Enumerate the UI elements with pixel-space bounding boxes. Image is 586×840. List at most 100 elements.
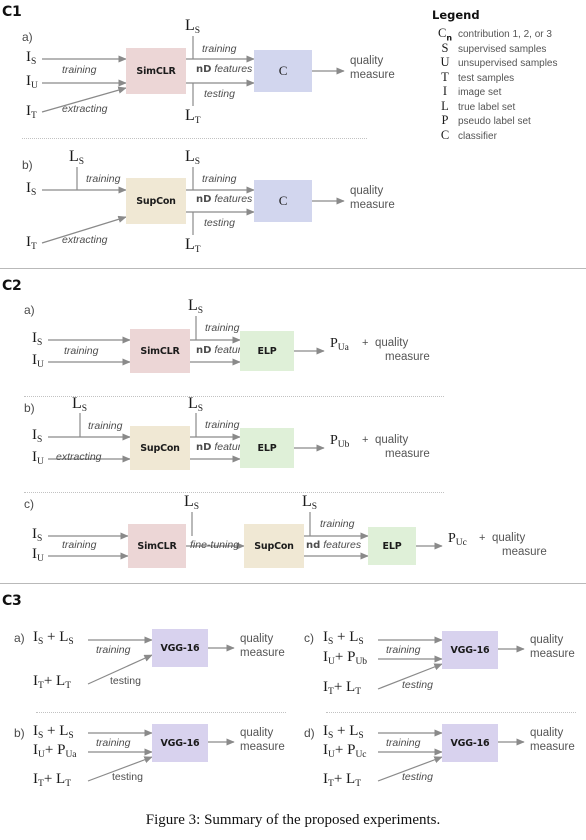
panel-letter-c2a: a) — [24, 303, 35, 317]
edge-label-finetuning-c2c: fine-tuning — [190, 539, 240, 551]
pseudolabel-pub-c2b: PUb — [330, 433, 350, 450]
input-it-c1a: IT — [26, 103, 37, 121]
input-is-c2b: IS — [32, 427, 43, 445]
edge-label-training-c2a: training — [64, 345, 99, 357]
model-box-classifier-c1b[interactable]: C — [254, 180, 312, 222]
label-lt-bottom-c1a: LT — [185, 107, 201, 126]
input-it-c1b: IT — [26, 234, 37, 252]
label-ls-top-c1b: LS — [185, 148, 201, 167]
model-box-vgg-c3d[interactable]: VGG-16 — [442, 724, 498, 762]
outcome-line1: quality — [350, 185, 384, 197]
legend-item: Cn contribution 1, 2, or 3 — [432, 26, 586, 43]
section-divider-c2 — [0, 268, 586, 269]
label-ls-top-c2b: LS — [188, 395, 204, 414]
edge-label-extracting-c2b: extracting — [56, 451, 102, 463]
legend-symbol: T — [441, 69, 449, 84]
model-box-supcon-c2b[interactable]: SupCon — [130, 426, 190, 470]
outcome-line1: quality — [350, 55, 384, 67]
outcome-line1: quality — [375, 337, 409, 349]
legend-item: C classifier — [432, 128, 586, 142]
outcome-line1: quality — [240, 633, 274, 645]
row-is-ls-c3d: IS + LS — [323, 723, 364, 741]
panel-letter-c3a: a) — [14, 631, 25, 645]
legend-symbol: P — [441, 113, 449, 127]
legend-item: T test samples — [432, 69, 586, 84]
input-is-c1a: IS — [26, 49, 37, 67]
edge-label-training2-c1a: training — [202, 43, 237, 55]
outcome-line2: measure — [350, 199, 395, 212]
edge-label-training2-c2b: training — [205, 419, 240, 431]
outcome-line2: measure — [350, 69, 395, 82]
row-it-lt-c3c: IT+ LT — [323, 679, 361, 697]
panel-letter-c3c: c) — [304, 631, 314, 645]
section-divider-c3 — [0, 583, 586, 584]
outcome-line2: measure — [240, 741, 285, 754]
edge-label-testing-c3a: testing — [110, 675, 141, 687]
outcome-line1: quality — [492, 532, 526, 544]
input-iu-c2b: IU — [32, 449, 44, 467]
label-lt-bottom-c1b: LT — [185, 236, 201, 255]
panel-letter-c2b: b) — [24, 401, 35, 415]
legend-symbol: L — [441, 98, 449, 113]
label-ls-mid-c2c: LS — [184, 493, 200, 512]
model-box-elp-c2b[interactable]: ELP — [240, 428, 294, 468]
legend-item: U unsupervised samples — [432, 55, 586, 69]
model-box-vgg-c3b[interactable]: VGG-16 — [152, 724, 208, 762]
model-box-elp-c2c[interactable]: ELP — [368, 527, 416, 565]
outcome-line1: quality — [240, 727, 274, 739]
legend-item: I image set — [432, 84, 586, 98]
plus-sign-c2c: + — [479, 532, 486, 544]
legend-symbol: I — [442, 84, 448, 98]
legend: Legend Cn contribution 1, 2, or 3 S supe… — [432, 8, 586, 142]
legend-description: unsupervised samples — [458, 58, 558, 69]
edge-label-nd-features-c2c: nd features — [306, 539, 362, 551]
edge-label-testing-c1a: testing — [204, 88, 235, 100]
figure-caption: Figure 3: Summary of the proposed experi… — [145, 812, 441, 828]
plus-sign-c2b: + — [362, 434, 369, 446]
edge-label-training-c1b: training — [86, 173, 121, 185]
model-box-simclr-c2a[interactable]: SimCLR — [130, 329, 190, 373]
edge-label-testing-c3b: testing — [112, 771, 143, 783]
edge-label-training2-c1b: training — [202, 173, 237, 185]
edge-label-extracting-c1b: extracting — [62, 234, 108, 246]
legend-description: test samples — [458, 72, 515, 84]
legend-description: contribution 1, 2, or 3 — [458, 29, 552, 40]
label-ls-top-c1a: LS — [185, 17, 201, 36]
model-box-supcon-c1b[interactable]: SupCon — [126, 178, 186, 224]
model-box-supcon-c2c[interactable]: SupCon — [244, 524, 304, 568]
legend-title: Legend — [432, 8, 480, 22]
label-ls-left-c1b: LS — [69, 148, 85, 167]
outcome-line2: measure — [240, 647, 285, 660]
model-box-elp-c2a[interactable]: ELP — [240, 331, 294, 371]
outcome-c1a: quality measure — [350, 54, 395, 83]
row-is-ls-c3a: IS + LS — [33, 629, 74, 647]
legend-description: supervised samples — [458, 43, 547, 55]
outcome-c2b: quality measure — [375, 433, 430, 462]
outcome-line1: quality — [530, 634, 564, 646]
edge-label-testing-c3c: testing — [402, 679, 433, 691]
edge-label-training-c3b: training — [96, 737, 131, 749]
outcome-c1b: quality measure — [350, 184, 395, 213]
model-box-vgg-c3a[interactable]: VGG-16 — [152, 629, 208, 667]
label-ls-left-c2b: LS — [72, 395, 88, 414]
outcome-c3a: quality measure — [240, 632, 285, 661]
outcome-line1: quality — [375, 434, 409, 446]
legend-description: image set — [458, 87, 502, 98]
edge-label-training-c3c: training — [386, 644, 421, 656]
pseudolabel-pua-c2a: PUa — [330, 336, 349, 353]
edge-label-extracting-c1a: extracting — [62, 103, 108, 115]
outcome-line2: measure — [502, 546, 547, 559]
legend-item: S supervised samples — [432, 40, 586, 55]
model-box-vgg-c3c[interactable]: VGG-16 — [442, 631, 498, 669]
row-it-lt-c3b: IT+ LT — [33, 771, 71, 789]
legend-description: classifier — [458, 130, 497, 142]
section-header-c1: C1 — [2, 4, 22, 20]
model-box-classifier-c1a[interactable]: C — [254, 50, 312, 92]
legend-symbol: S — [441, 40, 449, 55]
edge-label-nd-features-c1a: nD features — [196, 63, 253, 75]
model-box-simclr-c2c[interactable]: SimCLR — [128, 524, 186, 568]
model-box-simclr-c1a[interactable]: SimCLR — [126, 48, 186, 94]
edge-label-training2-c2c: training — [320, 518, 355, 530]
outcome-line1: quality — [530, 727, 564, 739]
edge-label-training-c2c: training — [62, 539, 97, 551]
